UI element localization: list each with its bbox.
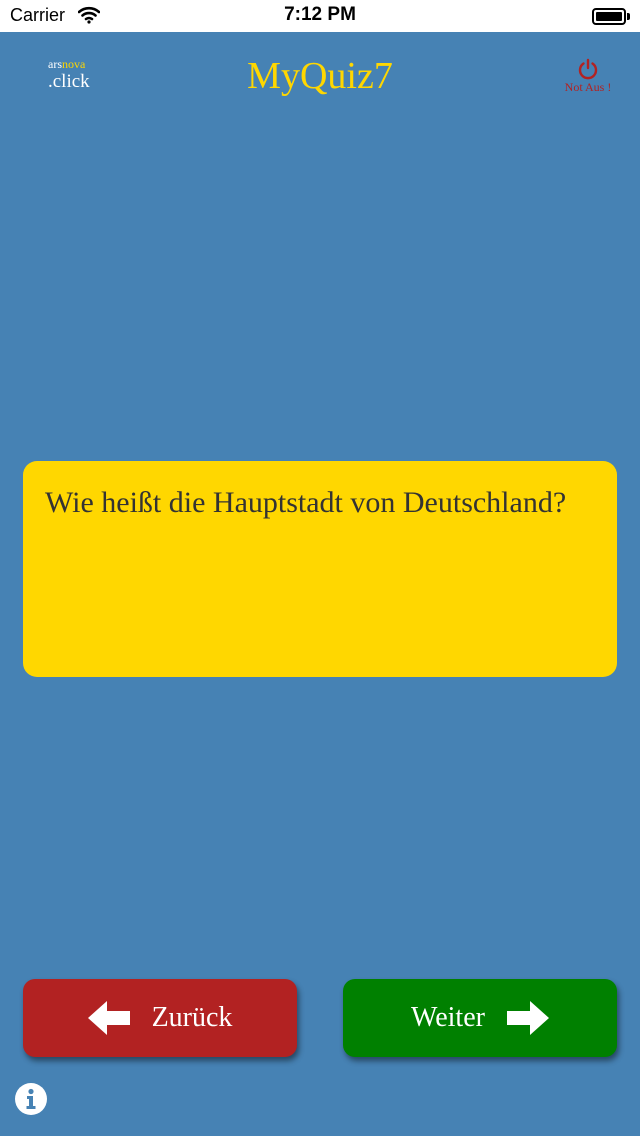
- arrow-left-icon: [87, 1001, 130, 1035]
- power-icon[interactable]: [577, 58, 599, 80]
- battery-icon: [592, 8, 630, 25]
- next-button[interactable]: Weiter: [343, 979, 617, 1057]
- back-button[interactable]: Zurück: [23, 979, 297, 1057]
- question-text: Wie heißt die Hauptstadt von Deutschland…: [45, 486, 567, 519]
- emergency-stop-label: Not Aus !: [564, 80, 612, 94]
- question-card: Wie heißt die Hauptstadt von Deutschland…: [23, 461, 617, 677]
- info-icon[interactable]: [14, 1082, 48, 1116]
- back-button-label: Zurück: [151, 1002, 233, 1033]
- status-bar: Carrier 7:12 PM: [0, 0, 640, 32]
- next-button-label: Weiter: [411, 1002, 485, 1033]
- app-title: MyQuiz7: [247, 55, 393, 97]
- arrow-right-icon: [506, 1001, 549, 1035]
- status-time: 7:12 PM: [284, 4, 356, 25]
- emergency-stop-button[interactable]: Not Aus !: [558, 58, 618, 95]
